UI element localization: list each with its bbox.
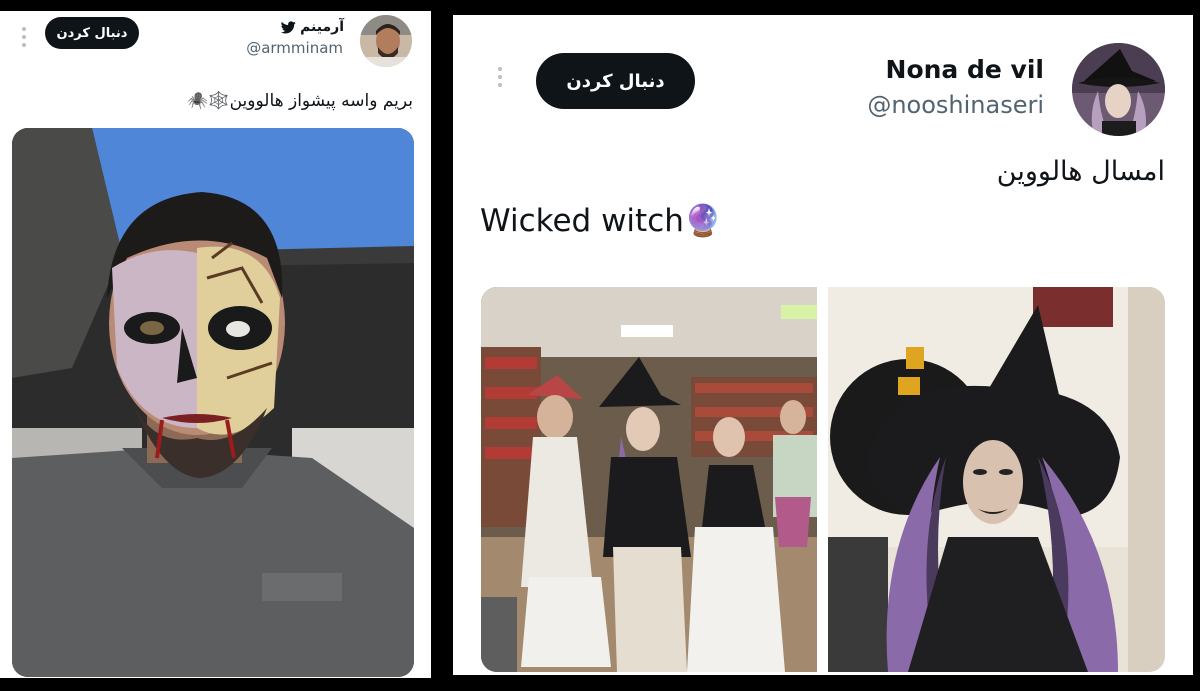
avatar[interactable]: [1072, 43, 1165, 136]
follow-button[interactable]: دنبال کردن: [45, 17, 139, 49]
avatar[interactable]: [360, 15, 412, 67]
more-options-icon[interactable]: [21, 27, 27, 47]
bird-icon: [280, 20, 296, 34]
more-options-icon[interactable]: [497, 67, 503, 87]
handle[interactable]: @armminam: [246, 39, 343, 57]
display-name-text: آرمینم: [300, 19, 344, 35]
display-name[interactable]: Nona de vil: [886, 55, 1044, 84]
tweet-photo-witch-portrait[interactable]: [828, 287, 1165, 672]
tweet-photo-witches-group[interactable]: [481, 287, 817, 672]
tweet-card-nooshinaseri: دنبال کردن Nona de vil @nooshinaseri امس…: [453, 15, 1193, 675]
display-name[interactable]: آرمینم: [280, 19, 344, 35]
tweet-card-armminam: دنبال کردن آرمینم @armminam بریم واسه پی…: [0, 11, 431, 678]
tweet-text: بریم واسه پیشواز هالووین🕸️🕷️: [187, 91, 413, 111]
handle[interactable]: @nooshinaseri: [867, 91, 1044, 119]
follow-button[interactable]: دنبال کردن: [536, 53, 695, 109]
tweet-text-line-1: امسال هالووین: [996, 156, 1165, 187]
tweet-text-line-2: Wicked witch🔮: [480, 203, 723, 239]
tweet-photo-skull-makeup[interactable]: [12, 128, 414, 677]
